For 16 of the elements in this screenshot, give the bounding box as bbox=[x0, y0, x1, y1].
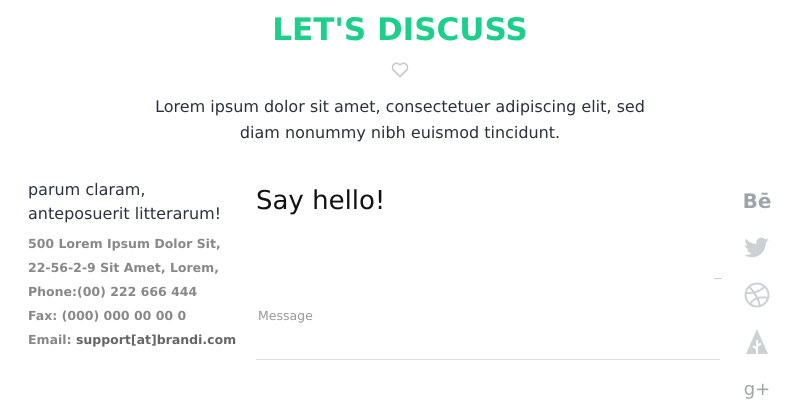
tree-icon[interactable] bbox=[746, 329, 768, 355]
behance-link[interactable]: Bē bbox=[742, 189, 772, 213]
email-label: Email: bbox=[28, 332, 72, 347]
heart-icon bbox=[391, 62, 409, 78]
address-line: Phone:(00) 222 666 444 bbox=[28, 283, 198, 301]
ball-icon[interactable] bbox=[744, 282, 770, 308]
address-line: Fax: (000) 000 00 00 0 bbox=[28, 307, 188, 325]
google-plus-link[interactable]: g+ bbox=[744, 378, 770, 400]
bird-icon[interactable] bbox=[744, 237, 770, 259]
email-address: support[at]brandi.com bbox=[76, 332, 236, 347]
address-line: 22-56-2-9 Sit Amet, Lorem, bbox=[28, 259, 220, 277]
section-title: LET'S DISCUSS bbox=[272, 12, 528, 48]
intro-text: Lorem ipsum dolor sit amet, consectetuer adipiscing elit, sed diam nonummy nibh euismod tincidunt. bbox=[154, 96, 646, 144]
contact-heading: parum claram, anteposuerit litterarum! bbox=[28, 179, 222, 225]
form-title: Say hello! bbox=[256, 186, 386, 216]
address-line: 500 Lorem Ipsum Dolor Sit, bbox=[28, 235, 222, 253]
